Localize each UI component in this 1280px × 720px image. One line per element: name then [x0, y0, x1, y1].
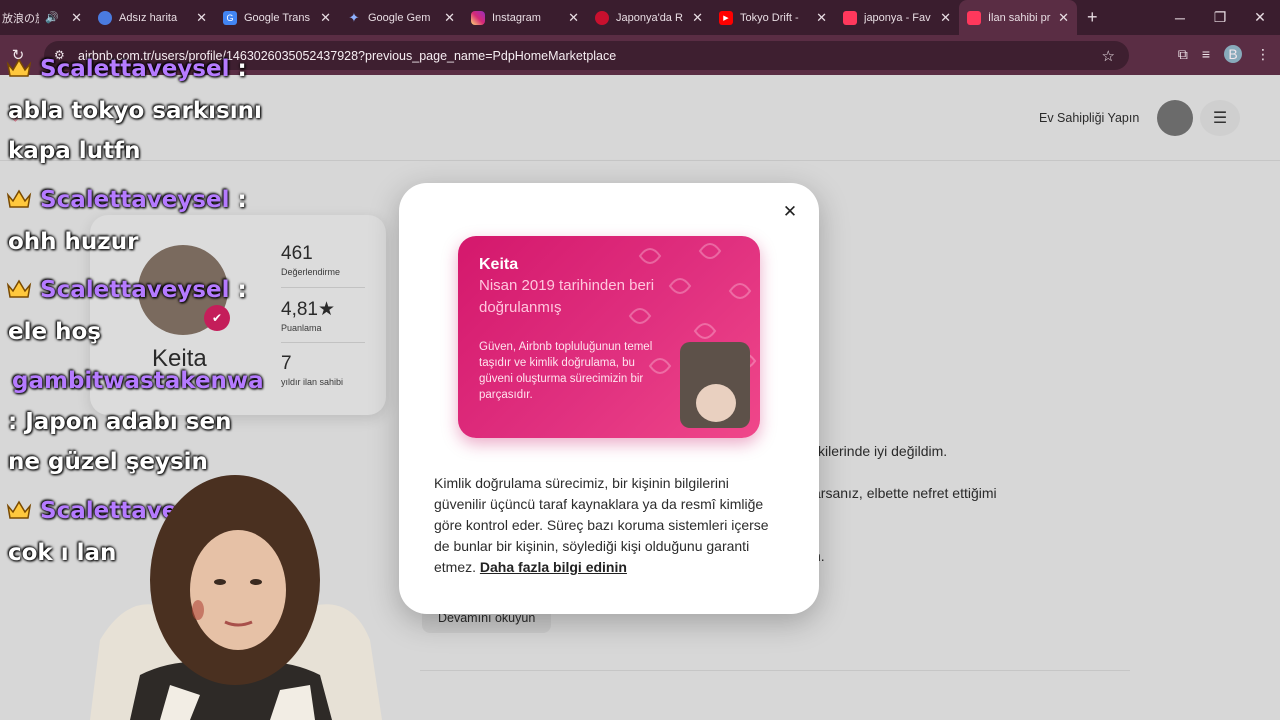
tab-youtube[interactable]: ▶ Tokyo Drift - ✕ [711, 0, 835, 35]
verified-badge-icon: ✔ [204, 305, 230, 331]
tab-title: Google Trans [244, 11, 311, 24]
rating-stat: 4,81★ Puanlama [281, 298, 335, 333]
tab-title: Google Gem [368, 11, 431, 24]
crown-icon [6, 189, 32, 208]
tab-title: Instagram [492, 11, 541, 24]
close-window-icon[interactable]: ✕ [1240, 9, 1280, 26]
toolbar-actions: ⧉ ≡ B ⋮ [1178, 45, 1270, 63]
about-text-line: arsanız, elbette nefret ettiğimi [813, 485, 997, 501]
crown-icon [6, 279, 32, 298]
tab-title: Adsız harita [119, 11, 178, 24]
host-face [696, 384, 736, 422]
chat-text: ohh huzur [8, 229, 139, 255]
learn-more-link[interactable]: Daha fazla bilgi edinin [480, 559, 627, 575]
verification-modal: ✕ Keita Nisan 2019 tarihinden beri doğru… [399, 183, 819, 614]
header-divider [0, 160, 1280, 161]
tab-title: İlan sahibi pr [988, 11, 1051, 24]
modal-body: Kimlik doğrulama sürecimiz, bir kişinin … [434, 473, 784, 578]
rating-value: 4,81★ [281, 299, 336, 320]
user-avatar[interactable] [1157, 100, 1193, 136]
new-tab-button[interactable]: + [1087, 7, 1098, 28]
chat-username: Scalettaveysel [40, 56, 230, 82]
speaker-icon[interactable]: 🔊 [45, 11, 59, 24]
close-tab-icon[interactable]: ✕ [568, 10, 579, 26]
profile-avatar[interactable]: B [1224, 45, 1242, 63]
streamer-webcam [90, 475, 382, 720]
close-icon[interactable]: ✕ [779, 201, 801, 223]
chat-message: Scalettaveysel : [6, 56, 247, 82]
tab-title: Tokyo Drift - [740, 11, 799, 24]
chat-username: gambitwastakenwa [12, 368, 264, 394]
instagram-icon [471, 10, 485, 25]
chat-text: abla tokyo sarkısını [8, 98, 262, 124]
extensions-icon[interactable]: ⧉ [1178, 46, 1188, 63]
reviews-stat: 461 Değerlendirme [281, 243, 340, 277]
tab-instagram[interactable]: Instagram ✕ [463, 0, 587, 35]
minimize-icon[interactable]: ─ [1160, 10, 1200, 26]
reviews-value: 461 [281, 243, 313, 264]
media-controls-icon[interactable]: ≡ [1202, 46, 1210, 62]
tab-title: 放浪の旅 [2, 12, 39, 25]
stat-divider [281, 342, 365, 343]
airbnb-icon [967, 10, 981, 25]
tab-title: japonya - Fav [864, 11, 931, 24]
tab-strip: 放浪の旅 🔊 ✕ Adsız harita ✕ G Google Trans ✕… [0, 0, 1280, 35]
bookmark-star-icon[interactable]: ☆ [1102, 47, 1115, 65]
restore-icon[interactable]: ❐ [1200, 9, 1240, 26]
close-tab-icon[interactable]: ✕ [940, 10, 951, 26]
card-verified-since: Nisan 2019 tarihinden beri doğrulanmış [479, 277, 655, 316]
rating-label: Puanlama [281, 323, 322, 333]
close-tab-icon[interactable]: ✕ [320, 10, 331, 26]
maps-globe-icon [98, 10, 112, 25]
host-link[interactable]: Ev Sahipliği Yapın [1039, 111, 1139, 125]
tab-maps[interactable]: Adsız harita ✕ [90, 0, 215, 35]
close-tab-icon[interactable]: ✕ [1058, 10, 1069, 26]
reviews-label: Değerlendirme [281, 267, 341, 277]
chat-username: Scalettaveysel [40, 187, 230, 213]
tab-audio[interactable]: 放浪の旅 🔊 ✕ [0, 0, 90, 35]
close-tab-icon[interactable]: ✕ [444, 10, 455, 26]
airbnb-icon [843, 10, 857, 25]
close-tab-icon[interactable]: ✕ [71, 10, 82, 26]
close-tab-icon[interactable]: ✕ [816, 10, 827, 26]
stat-divider [281, 287, 365, 288]
years-stat: 7 yıldır ilan sahibi [281, 353, 343, 387]
youtube-icon: ▶ [719, 10, 733, 25]
chat-message: Scalettaveysel : [6, 277, 247, 303]
gemini-icon: ✦ [348, 9, 360, 25]
close-tab-icon[interactable]: ✕ [692, 10, 703, 26]
translate-icon: G [223, 10, 237, 25]
tab-japan-site[interactable]: Japonya'da R ✕ [587, 0, 711, 35]
tab-airbnb-host-profile[interactable]: İlan sahibi pr ✕ [959, 0, 1077, 35]
hamburger-menu-icon[interactable]: ☰ [1200, 100, 1240, 136]
chat-text: kapa lutfn [8, 138, 141, 164]
kebab-menu-icon[interactable]: ⋮ [1256, 46, 1270, 63]
about-text-line: kilerinde iyi değildim. [818, 443, 948, 459]
years-value: 7 [281, 353, 292, 374]
chat-text: ele hoş [8, 319, 101, 345]
card-host-photo [680, 342, 750, 428]
tab-gemini[interactable]: ✦ Google Gem ✕ [339, 0, 463, 35]
tab-title: Japonya'da R [616, 11, 683, 24]
verified-identity-card: Keita Nisan 2019 tarihinden beri doğrula… [458, 236, 760, 438]
chat-text: : Japon adabı sen [8, 409, 232, 435]
tab-translate[interactable]: G Google Trans ✕ [215, 0, 339, 35]
section-divider [420, 670, 1130, 671]
years-label: yıldır ilan sahibi [281, 377, 344, 387]
close-tab-icon[interactable]: ✕ [196, 10, 207, 26]
window-controls: ─ ❐ ✕ [1160, 0, 1280, 35]
chat-message: Scalettaveysel : [6, 187, 247, 213]
tab-airbnb-favorites[interactable]: japonya - Fav ✕ [835, 0, 959, 35]
crown-icon [6, 500, 32, 519]
card-description: Güven, Airbnb topluluğunun temel taşıdır… [479, 341, 653, 401]
site-icon [595, 10, 609, 25]
crown-icon [6, 58, 32, 77]
card-host-name: Keita [479, 256, 519, 273]
chat-username: Scalettaveysel [40, 277, 230, 303]
